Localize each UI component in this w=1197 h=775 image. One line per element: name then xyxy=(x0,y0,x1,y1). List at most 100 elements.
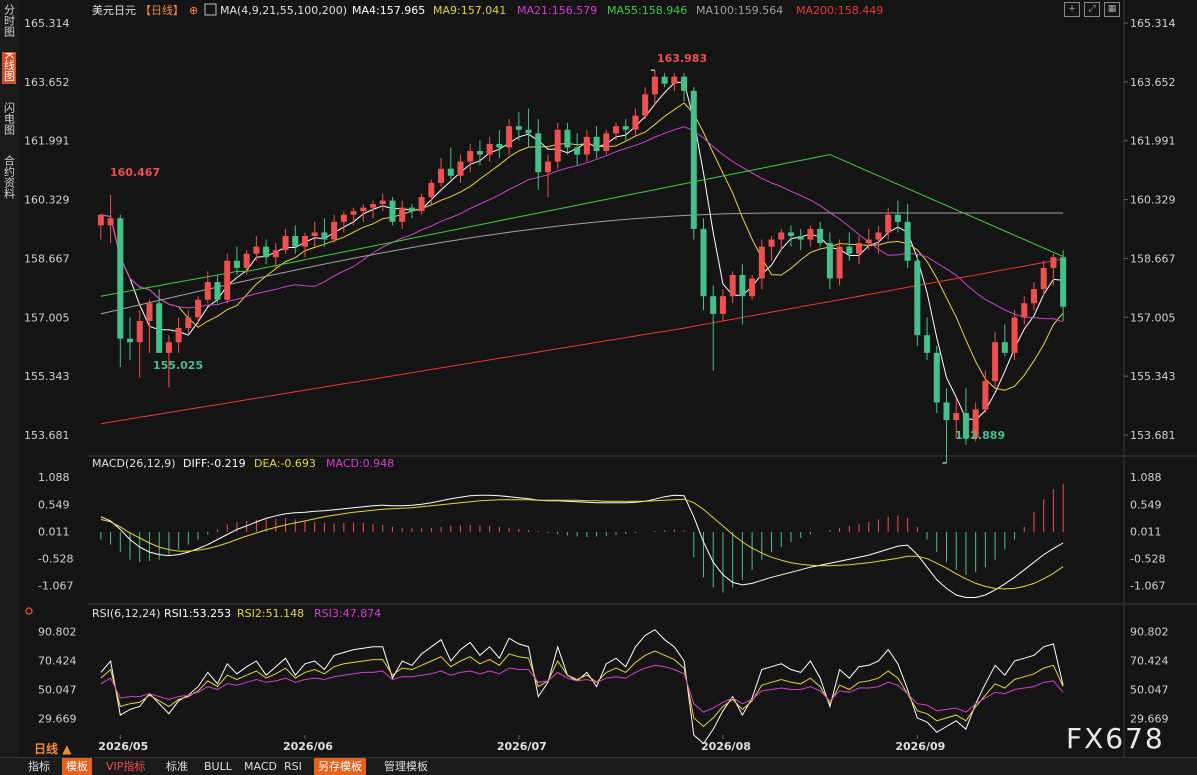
tab-indicator-label: 指标 xyxy=(28,760,50,773)
tab-manage-template-label: 管理模板 xyxy=(384,760,428,773)
price-tick-label: 158.667 xyxy=(1130,252,1176,265)
price-tick-label-left: 163.652 xyxy=(24,76,70,89)
tab-kline-label: K线图 xyxy=(2,52,16,82)
expand-icon[interactable]: ⤢ xyxy=(1084,2,1100,17)
moving-average-lines xyxy=(100,81,1064,425)
tab-macd[interactable]: MACD xyxy=(240,758,281,775)
tab-macd-label: MACD xyxy=(244,760,277,773)
macd-diff: DIFF:-0.219 xyxy=(183,457,246,470)
tab-vip-indicator[interactable]: VIP指标 xyxy=(102,758,149,775)
rsi-tick-label-left: 90.802 xyxy=(38,625,77,638)
crosshair-toggle-icon[interactable]: + xyxy=(1064,2,1080,17)
candle-body xyxy=(496,143,503,148)
rsi2-line xyxy=(100,650,1064,728)
macd-legend: MACD(26,12,9) DIFF:-0.219 DEA:-0.693 MAC… xyxy=(92,457,394,470)
tab-flash[interactable]: 闪电图 xyxy=(2,102,16,138)
period-label[interactable]: 【日线】 xyxy=(140,3,184,17)
rsi-settings-icon[interactable] xyxy=(25,607,33,615)
ma21-value: MA21:156.579 xyxy=(517,4,597,17)
candle-body xyxy=(204,282,211,300)
candle-body xyxy=(836,246,843,279)
macd-tick-label-left: -0.528 xyxy=(38,553,73,566)
tab-indicator[interactable]: 指标 xyxy=(24,758,54,775)
rsi-tick-label: 70.424 xyxy=(1130,654,1169,667)
rsi-pane xyxy=(100,629,1064,745)
crosshair-icon[interactable]: ⊕ xyxy=(189,4,198,17)
candle-body xyxy=(272,250,279,258)
date-tick-label: 2026/08 xyxy=(701,740,751,753)
candle-body xyxy=(127,338,134,343)
ma9-line xyxy=(100,102,1064,391)
candle-body xyxy=(1021,303,1028,318)
symbol-label: 美元日元 xyxy=(92,4,136,17)
candle-body xyxy=(467,151,474,162)
period-selector[interactable]: 日线 ▲ xyxy=(34,741,72,756)
macd-tick-label: 0.011 xyxy=(1130,525,1162,538)
price-tick-label-left: 158.667 xyxy=(24,252,70,265)
candle-body xyxy=(350,211,357,215)
candle-body xyxy=(428,182,435,198)
price-tick-label-left: 153.681 xyxy=(24,429,70,442)
macd-value: MACD:0.948 xyxy=(326,457,394,470)
candle-body xyxy=(165,342,172,353)
macd-tick-label-left: -1.067 xyxy=(38,580,73,593)
rsi1-value: RSI1:53.253 xyxy=(164,607,231,620)
price-tick-label: 160.329 xyxy=(1130,194,1176,207)
candle-body xyxy=(1011,317,1018,353)
candle-body xyxy=(292,236,299,247)
candle-body xyxy=(156,303,163,353)
price-legend: 美元日元 【日线】 ⊕ MA(4,9,21,55,100,200) MA4:15… xyxy=(92,3,883,17)
tab-template[interactable]: 模板 xyxy=(62,758,92,775)
chart-svg[interactable]: 163.983 160.467 155.025 152.889 165.314 1… xyxy=(0,0,1197,757)
candle-body xyxy=(992,342,999,382)
candle-body xyxy=(826,243,833,279)
ma200-value: MA200:158.449 xyxy=(796,4,883,17)
candle-body xyxy=(856,243,863,254)
candle-body xyxy=(117,218,124,339)
candle-body xyxy=(807,228,814,240)
tab-save-template[interactable]: 另存模板 xyxy=(314,758,366,775)
tab-vip-indicator-label: VIP指标 xyxy=(106,760,146,773)
date-tick-label: 2026/06 xyxy=(283,740,333,753)
annotation-first-low: 155.025 xyxy=(153,359,203,372)
rsi1-line xyxy=(100,629,1064,745)
candle-body xyxy=(924,335,931,353)
candle-body xyxy=(370,204,377,208)
candle-body xyxy=(195,299,202,318)
candle-body xyxy=(535,133,542,173)
candle-body xyxy=(515,126,522,130)
candle-body xyxy=(360,207,367,212)
price-tick-label: 165.314 xyxy=(1130,17,1176,30)
annotation-high: 163.983 xyxy=(657,52,707,65)
tab-standard[interactable]: 标准 xyxy=(162,758,192,775)
period-selector-label: 日线 xyxy=(34,741,58,756)
candle-body xyxy=(564,129,571,148)
tab-bull[interactable]: BULL xyxy=(200,758,236,775)
rsi-legend: RSI(6,12,24) RSI1:53.253 RSI2:51.148 RSI… xyxy=(25,607,381,620)
indicator-settings-icon[interactable] xyxy=(204,3,217,16)
bottom-toolbar: 指标 模板 VIP指标 标准 BULL MACD RSI 另存模板 管理模板 xyxy=(0,757,1197,775)
price-tick-label: 155.343 xyxy=(1130,370,1176,383)
candle-body xyxy=(593,136,600,152)
tab-kline[interactable]: K线图 xyxy=(2,52,16,85)
candle-body xyxy=(797,236,804,240)
price-annotations: 163.983 160.467 155.025 152.889 xyxy=(110,52,1005,442)
candle-body xyxy=(875,232,882,240)
candle-body xyxy=(642,94,649,116)
tab-rsi[interactable]: RSI xyxy=(280,758,306,775)
macd-dea-line xyxy=(100,498,1064,590)
tab-save-template-label: 另存模板 xyxy=(318,760,362,773)
grid-view-icon[interactable]: ▦ xyxy=(1104,2,1120,17)
price-tick-label-left: 161.991 xyxy=(24,135,70,148)
candle-body xyxy=(749,278,756,297)
candle-body xyxy=(1060,257,1067,307)
candle-body xyxy=(321,232,328,240)
candle-body xyxy=(282,236,289,251)
date-axis: 2026/05 2026/06 2026/07 2026/08 2026/09 xyxy=(98,735,945,753)
tab-contract-info[interactable]: 合约资料 xyxy=(2,155,16,202)
price-tick-label-left: 155.343 xyxy=(24,370,70,383)
chart-stage: 163.983 160.467 155.025 152.889 165.314 1… xyxy=(0,0,1197,775)
tab-manage-template[interactable]: 管理模板 xyxy=(380,758,432,775)
tab-timeshare[interactable]: 分时图 xyxy=(2,4,16,40)
candle-body xyxy=(136,320,143,343)
